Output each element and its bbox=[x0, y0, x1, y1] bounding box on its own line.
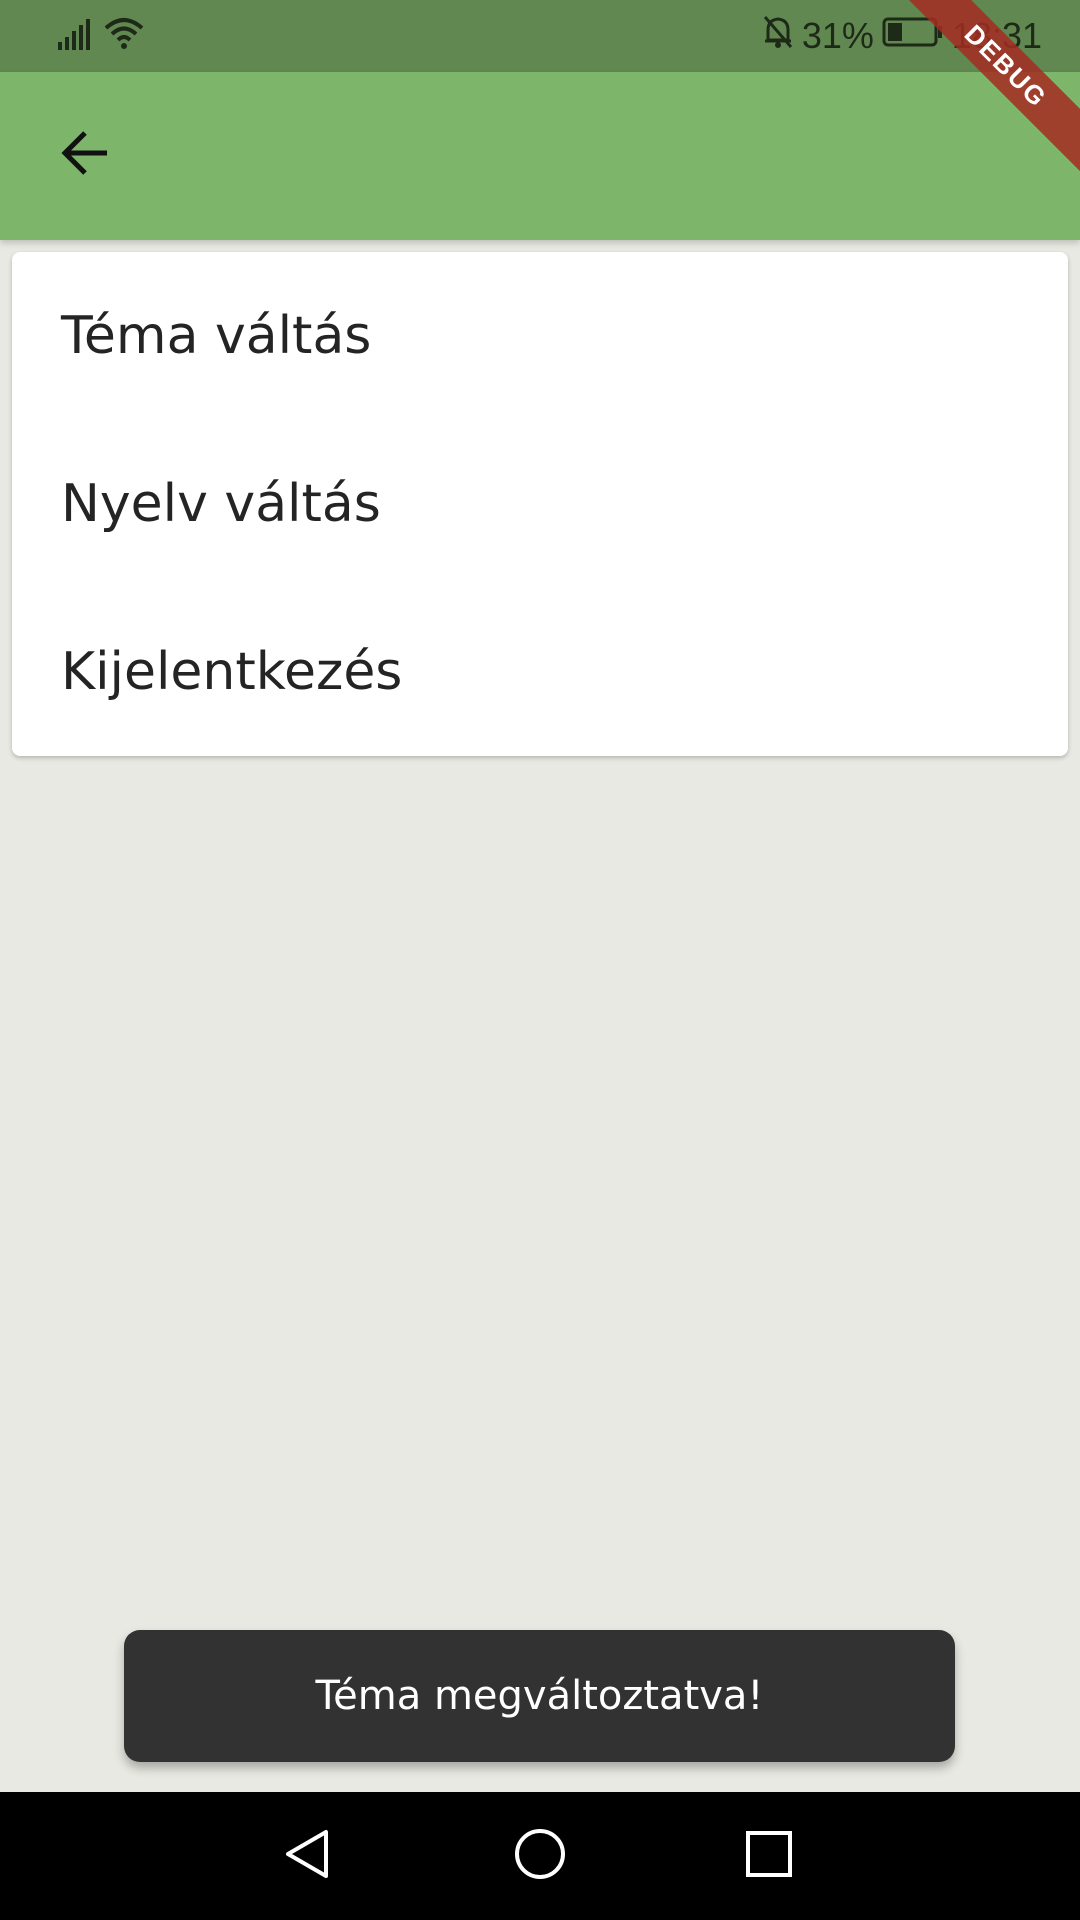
back-button[interactable] bbox=[40, 110, 130, 200]
nav-back-button[interactable] bbox=[268, 1816, 348, 1896]
settings-menu-card: Téma váltás Nyelv váltás Kijelentkezés bbox=[12, 252, 1068, 756]
menu-item-label: Kijelentkezés bbox=[61, 642, 403, 702]
signal-icon bbox=[56, 16, 92, 57]
battery-icon bbox=[882, 15, 944, 57]
nav-home-button[interactable] bbox=[500, 1816, 580, 1896]
menu-item-label: Nyelv váltás bbox=[61, 474, 381, 534]
status-left-icons bbox=[56, 14, 146, 58]
battery-percent: 31% bbox=[801, 15, 874, 56]
status-bar: 31% 18:31 bbox=[0, 0, 1080, 72]
battery-fill bbox=[887, 23, 902, 41]
menu-item-logout[interactable]: Kijelentkezés bbox=[12, 588, 1068, 756]
notifications-off-icon bbox=[762, 14, 794, 59]
menu-item-theme-switch[interactable]: Téma váltás bbox=[12, 252, 1068, 420]
nav-recents-button[interactable] bbox=[729, 1816, 809, 1896]
recents-square-icon bbox=[739, 1824, 799, 1889]
arrow-back-icon bbox=[57, 125, 113, 186]
menu-item-label: Téma váltás bbox=[61, 306, 372, 366]
menu-item-language-switch[interactable]: Nyelv váltás bbox=[12, 420, 1068, 588]
status-right-icons: 31% 18:31 bbox=[762, 12, 1042, 60]
app-bar bbox=[0, 72, 1080, 240]
status-time: 18:31 bbox=[951, 15, 1042, 56]
home-circle-icon bbox=[510, 1824, 570, 1889]
snackbar-message: Téma megváltoztatva! bbox=[315, 1673, 764, 1719]
navigation-bar bbox=[0, 1792, 1080, 1920]
back-triangle-icon bbox=[278, 1824, 338, 1889]
wifi-icon bbox=[102, 16, 146, 57]
snackbar: Téma megváltoztatva! bbox=[124, 1630, 955, 1762]
